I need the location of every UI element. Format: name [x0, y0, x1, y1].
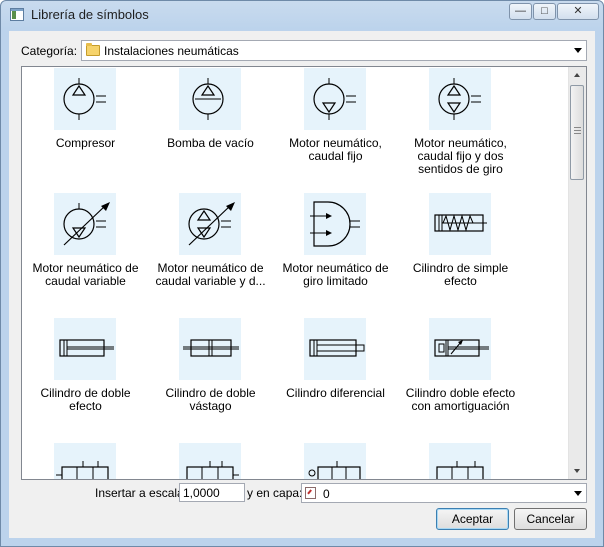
- double-acting-cylinder-icon: [59, 339, 114, 357]
- symbol-item-bomba-de-vacio[interactable]: Bomba de vacío: [148, 68, 273, 188]
- symbol-label: Cilindro doble efecto con amortiguación: [405, 386, 516, 413]
- ok-button[interactable]: Aceptar: [436, 508, 509, 530]
- scroll-down-icon[interactable]: [574, 469, 580, 473]
- close-button[interactable]: ✕: [557, 3, 599, 20]
- scale-label: Insertar a escala:: [95, 486, 188, 500]
- cushioned-cylinder-icon: [434, 339, 489, 357]
- vacuum-pump-icon: [192, 78, 224, 120]
- close-icon: ✕: [573, 5, 583, 17]
- symbol-label: Cilindro diferencial: [286, 386, 385, 400]
- layer-select[interactable]: 0: [301, 483, 587, 503]
- symbol-label: Cilindro de doble vástago: [165, 386, 256, 413]
- minimize-button[interactable]: —: [509, 3, 532, 20]
- symbol-item-cilindro-amortiguacion[interactable]: Cilindro doble efecto con amortiguación: [398, 318, 523, 438]
- symbol-label: Motor neumático de caudal variable: [32, 261, 139, 288]
- category-label: Categoría:: [21, 44, 78, 58]
- symbol-item-motor-caudal-variable-d[interactable]: Motor neumático de caudal variable y d..…: [148, 193, 273, 313]
- valve-icon: [308, 461, 361, 479]
- valve-icon: [56, 461, 109, 479]
- cancel-button[interactable]: Cancelar: [514, 508, 587, 530]
- layer-value: 0: [323, 487, 330, 501]
- title-bar[interactable]: Librería de símbolos — □ ✕: [1, 1, 603, 29]
- symbol-item-cilindro-diferencial[interactable]: Cilindro diferencial: [273, 318, 398, 438]
- symbol-item-motor-caudal-variable[interactable]: Motor neumático de caudal variable: [23, 193, 148, 313]
- layer-label: y en capa:: [247, 486, 303, 500]
- symbol-item-cilindro-simple-efecto[interactable]: Cilindro de simple efecto: [398, 193, 523, 313]
- symbol-item-valve[interactable]: [23, 443, 148, 479]
- symbol-label: Motor neumático, caudal fijo: [289, 136, 382, 163]
- scroll-up-icon[interactable]: [574, 73, 580, 77]
- category-value: Instalaciones neumáticas: [104, 44, 239, 58]
- window-title: Librería de símbolos: [31, 7, 149, 22]
- symbol-item-valve[interactable]: [273, 443, 398, 479]
- maximize-button[interactable]: □: [533, 3, 556, 20]
- limited-rotation-motor-icon: [310, 201, 360, 247]
- dialog-client: Categoría: Instalaciones neumáticas Comp…: [9, 31, 595, 538]
- motor-variable-icon: [63, 202, 110, 246]
- dialog-window: Librería de símbolos — □ ✕ Categoría: In…: [0, 0, 604, 547]
- scrollbar-thumb[interactable]: [570, 85, 584, 180]
- motor-fixed-icon: [313, 78, 356, 120]
- symbol-item-motor-caudal-fijo-dos-sentidos[interactable]: Motor neumático, caudal fijo y dos senti…: [398, 68, 523, 188]
- single-acting-cylinder-icon: [434, 214, 487, 232]
- scale-input[interactable]: 1,0000: [179, 483, 245, 502]
- motor-variable-bidirectional-icon: [188, 202, 235, 246]
- symbol-item-motor-caudal-fijo[interactable]: Motor neumático, caudal fijo: [273, 68, 398, 188]
- symbol-label: Motor neumático, caudal fijo y dos senti…: [414, 136, 507, 176]
- symbol-item-cilindro-doble-vastago[interactable]: Cilindro de doble vástago: [148, 318, 273, 438]
- double-rod-cylinder-icon: [183, 339, 239, 357]
- valve-icon: [186, 461, 239, 479]
- symbol-label: Bomba de vacío: [167, 136, 254, 150]
- valve-icon: [436, 461, 484, 479]
- symbol-item-valve[interactable]: [148, 443, 273, 479]
- symbol-label: Motor neumático de giro limitado: [282, 261, 389, 288]
- maximize-icon: □: [541, 5, 548, 17]
- symbol-item-cilindro-doble-efecto[interactable]: Cilindro de doble efecto: [23, 318, 148, 438]
- chevron-down-icon[interactable]: [574, 491, 582, 496]
- compressor-icon: [63, 78, 106, 120]
- symbol-label: Compresor: [55, 136, 116, 150]
- app-icon: [10, 8, 24, 21]
- folder-icon: [86, 43, 100, 56]
- layer-icon: [305, 487, 316, 499]
- scale-value: 1,0000: [183, 486, 220, 500]
- minimize-icon: —: [515, 5, 526, 17]
- symbol-label: Motor neumático de caudal variable y d..…: [155, 261, 266, 288]
- symbol-label: Cilindro de doble efecto: [40, 386, 131, 413]
- motor-fixed-bidirectional-icon: [438, 78, 481, 120]
- category-select[interactable]: Instalaciones neumáticas: [81, 40, 587, 61]
- symbol-item-motor-giro-limitado[interactable]: Motor neumático de giro limitado: [273, 193, 398, 313]
- vertical-scrollbar[interactable]: [568, 67, 586, 479]
- symbol-item-compresor[interactable]: Compresor: [23, 68, 148, 188]
- differential-cylinder-icon: [309, 339, 365, 357]
- symbol-list[interactable]: Compresor Bomba de vacío Motor neumático…: [21, 66, 587, 480]
- chevron-down-icon[interactable]: [574, 48, 582, 53]
- symbol-label: Cilindro de simple efecto: [412, 261, 509, 288]
- symbol-item-valve[interactable]: [398, 443, 523, 479]
